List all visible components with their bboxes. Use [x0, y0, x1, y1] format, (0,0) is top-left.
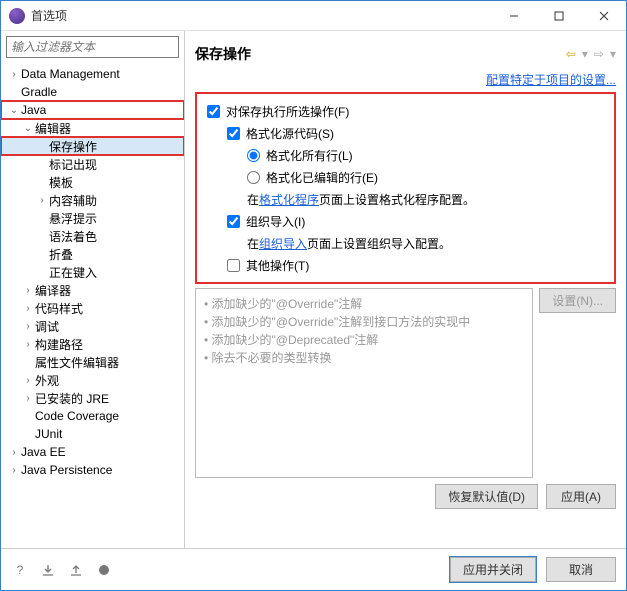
list-item: • 添加缺少的"@Deprecated"注解: [204, 331, 524, 349]
minimize-button[interactable]: [491, 1, 536, 30]
format-all-label: 格式化所有行(L): [266, 147, 353, 164]
tree-item-gradle[interactable]: Gradle: [1, 83, 184, 101]
perform-on-save-label: 对保存执行所选操作(F): [226, 103, 349, 120]
tree-item-build-path[interactable]: ›构建路径: [1, 335, 184, 353]
right-pane: 保存操作 ⇦ ▾ ⇨ ▾ 配置特定于项目的设置... 对保存执行所选操作(F) 格式…: [185, 31, 626, 548]
format-all-radio[interactable]: [247, 149, 260, 162]
project-settings-link[interactable]: 配置特定于项目的设置...: [486, 73, 616, 87]
organize-imports-link[interactable]: 组织导入: [259, 237, 307, 251]
format-edited-label: 格式化已编辑的行(E): [266, 169, 378, 186]
footer: ? 应用并关闭 取消: [1, 548, 626, 590]
preference-tree[interactable]: ›Data Management Gradle ⌄Java ⌄编辑器 保存操作 …: [1, 63, 184, 548]
configure-button[interactable]: 设置(N)...: [539, 288, 616, 313]
filter-input[interactable]: [7, 37, 178, 57]
formatter-link[interactable]: 格式化程序: [259, 193, 319, 207]
list-item: • 除去不必要的类型转换: [204, 349, 524, 367]
record-icon[interactable]: [95, 561, 113, 579]
tree-item-mark-occurrences[interactable]: 标记出现: [1, 155, 184, 173]
tree-item-code-style[interactable]: ›代码样式: [1, 299, 184, 317]
tree-item-java[interactable]: ⌄Java: [1, 101, 184, 119]
restore-defaults-button[interactable]: 恢复默认值(D): [435, 484, 538, 509]
tree-item-appearance[interactable]: ›外观: [1, 371, 184, 389]
page-title: 保存操作: [195, 44, 566, 64]
additional-actions-list: • 添加缺少的"@Override"注解 • 添加缺少的"@Override"注…: [195, 288, 533, 478]
tree-item-syntax-coloring[interactable]: 语法着色: [1, 227, 184, 245]
close-button[interactable]: [581, 1, 626, 30]
dropdown-icon[interactable]: ▾: [582, 47, 588, 61]
tree-item-code-coverage[interactable]: Code Coverage: [1, 407, 184, 425]
tree-item-editor[interactable]: ⌄编辑器: [1, 119, 184, 137]
tree-item-save-actions[interactable]: 保存操作: [1, 137, 184, 155]
dropdown-icon[interactable]: ▾: [610, 47, 616, 61]
apply-and-close-button[interactable]: 应用并关闭: [450, 557, 536, 582]
tree-item-compiler[interactable]: ›编译器: [1, 281, 184, 299]
list-item: • 添加缺少的"@Override"注解: [204, 295, 524, 313]
options-group: 对保存执行所选操作(F) 格式化源代码(S) 格式化所有行(L) 格式化已编辑的…: [195, 92, 616, 284]
organize-imports-label: 组织导入(I): [246, 213, 305, 230]
tree-item-debug[interactable]: ›调试: [1, 317, 184, 335]
format-source-label: 格式化源代码(S): [246, 125, 334, 142]
other-actions-checkbox[interactable]: [227, 259, 240, 272]
tree-item-data-management[interactable]: ›Data Management: [1, 65, 184, 83]
organize-imports-checkbox[interactable]: [227, 215, 240, 228]
help-icon[interactable]: ?: [11, 561, 29, 579]
format-source-checkbox[interactable]: [227, 127, 240, 140]
window-title: 首选项: [31, 7, 491, 24]
app-icon: [9, 8, 25, 24]
tree-item-hovers[interactable]: 悬浮提示: [1, 209, 184, 227]
maximize-button[interactable]: [536, 1, 581, 30]
tree-item-installed-jre[interactable]: ›已安装的 JRE: [1, 389, 184, 407]
apply-button[interactable]: 应用(A): [546, 484, 616, 509]
formatter-note: 在格式化程序页面上设置格式化程序配置。: [247, 191, 475, 208]
title-bar: 首选项: [1, 1, 626, 31]
tree-item-java-ee[interactable]: ›Java EE: [1, 443, 184, 461]
import-icon[interactable]: [39, 561, 57, 579]
export-icon[interactable]: [67, 561, 85, 579]
cancel-button[interactable]: 取消: [546, 557, 616, 582]
nav-arrows: ⇦ ▾ ⇨ ▾: [566, 47, 616, 61]
tree-item-folding[interactable]: 折叠: [1, 245, 184, 263]
format-edited-radio[interactable]: [247, 171, 260, 184]
tree-item-typing[interactable]: 正在键入: [1, 263, 184, 281]
tree-item-junit[interactable]: JUnit: [1, 425, 184, 443]
organize-note: 在组织导入页面上设置组织导入配置。: [247, 235, 451, 252]
tree-item-content-assist[interactable]: ›内容辅助: [1, 191, 184, 209]
list-item: • 添加缺少的"@Override"注解到接口方法的实现中: [204, 313, 524, 331]
left-pane: ›Data Management Gradle ⌄Java ⌄编辑器 保存操作 …: [1, 31, 185, 548]
perform-on-save-checkbox[interactable]: [207, 105, 220, 118]
nav-back-icon[interactable]: ⇦: [566, 47, 576, 61]
nav-forward-icon[interactable]: ⇨: [594, 47, 604, 61]
filter-box: [6, 36, 179, 58]
tree-item-properties-editor[interactable]: 属性文件编辑器: [1, 353, 184, 371]
tree-item-templates[interactable]: 模板: [1, 173, 184, 191]
tree-item-java-persistence[interactable]: ›Java Persistence: [1, 461, 184, 479]
other-actions-label: 其他操作(T): [246, 257, 309, 274]
